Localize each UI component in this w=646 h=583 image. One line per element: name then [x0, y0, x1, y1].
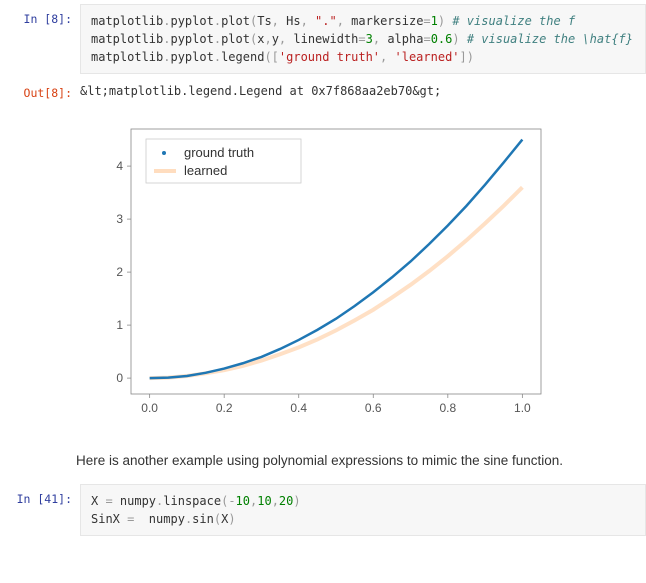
code-token: . [214, 50, 221, 64]
code-token: ]) [460, 50, 474, 64]
output-cell-8: Out[8]: &lt;matplotlib.legend.Legend at … [0, 78, 646, 100]
code-cell-8: In [8]: matplotlib.pyplot.plot(Ts, Hs, "… [0, 4, 646, 74]
code-token: , [380, 50, 394, 64]
code-token: Hs [286, 14, 300, 28]
code-token: plot [221, 14, 250, 28]
input-prompt: In [8]: [0, 4, 80, 26]
code-token: ) [228, 512, 235, 526]
code-token: . [214, 14, 221, 28]
svg-text:2: 2 [116, 265, 123, 279]
svg-text:0.0: 0.0 [141, 401, 158, 415]
code-token: pyplot [170, 32, 213, 46]
code-token: "." [315, 14, 337, 28]
code-token: matplotlib [91, 32, 163, 46]
code-token: linewidth [293, 32, 358, 46]
svg-text:0.6: 0.6 [365, 401, 382, 415]
code-token: , [264, 32, 271, 46]
code-token: matplotlib [91, 50, 163, 64]
code-token: 'ground truth' [279, 50, 380, 64]
code-token: numpy [113, 494, 156, 508]
code-token: pyplot [170, 14, 213, 28]
code-comment: # visualize the f [445, 14, 575, 28]
code-token: markersize [351, 14, 423, 28]
code-token: . [214, 32, 221, 46]
output-prompt: Out[8]: [0, 78, 80, 100]
code-token: legend [221, 50, 264, 64]
code-token: matplotlib [91, 14, 163, 28]
code-token: SinX [91, 512, 127, 526]
input-prompt: In [41]: [0, 484, 80, 506]
code-block: matplotlib.pyplot.plot(Ts, Hs, ".", mark… [80, 4, 646, 74]
code-token: linspace [163, 494, 221, 508]
code-token: , [279, 32, 293, 46]
code-cell-41: In [41]: X = numpy.linspace(-10,10,20) S… [0, 484, 646, 536]
code-token: , [373, 32, 387, 46]
svg-text:0.2: 0.2 [216, 401, 233, 415]
code-token: = [423, 14, 430, 28]
code-token: y [272, 32, 279, 46]
code-token: = [358, 32, 365, 46]
code-token: 1 [431, 14, 438, 28]
code-token: numpy [134, 512, 185, 526]
code-token: ( [214, 512, 221, 526]
code-token: plot [221, 32, 250, 46]
code-token: alpha [387, 32, 423, 46]
code-token: ) [293, 494, 300, 508]
code-token: sin [192, 512, 214, 526]
code-comment: # visualize the \hat{f} [460, 32, 633, 46]
code-token: , [337, 14, 351, 28]
svg-text:4: 4 [116, 159, 123, 173]
code-token: 3 [366, 32, 373, 46]
svg-text:1: 1 [116, 318, 123, 332]
code-token: pyplot [170, 50, 213, 64]
code-block: X = numpy.linspace(-10,10,20) SinX = num… [80, 484, 646, 536]
code-token: X [91, 494, 105, 508]
narrative-text: Here is another example using polynomial… [0, 441, 646, 480]
code-token: ) [452, 32, 459, 46]
line-chart: 0.0 0.2 0.4 0.6 0.8 1.0 0 1 2 3 4 ground truth learn… [76, 114, 556, 434]
code-token: 10 [236, 494, 250, 508]
code-token: - [228, 494, 235, 508]
svg-text:0.8: 0.8 [439, 401, 456, 415]
code-token: = [105, 494, 112, 508]
svg-text:ground truth: ground truth [184, 145, 254, 160]
code-token: 0.6 [431, 32, 453, 46]
code-token: , [272, 14, 286, 28]
code-token: 10 [257, 494, 271, 508]
output-text: &lt;matplotlib.legend.Legend at 0x7f868a… [80, 78, 646, 98]
code-token: 20 [279, 494, 293, 508]
code-token: Ts [257, 14, 271, 28]
chart-output: 0.0 0.2 0.4 0.6 0.8 1.0 0 1 2 3 4 ground truth learn… [0, 104, 646, 441]
svg-text:1.0: 1.0 [514, 401, 531, 415]
code-token: 'learned' [395, 50, 460, 64]
svg-text:0: 0 [116, 371, 123, 385]
code-token: , [272, 494, 279, 508]
svg-text:learned: learned [184, 163, 227, 178]
code-token: ([ [264, 50, 278, 64]
svg-text:3: 3 [116, 212, 123, 226]
code-token: , [301, 14, 315, 28]
code-token: = [423, 32, 430, 46]
svg-text:0.4: 0.4 [290, 401, 307, 415]
